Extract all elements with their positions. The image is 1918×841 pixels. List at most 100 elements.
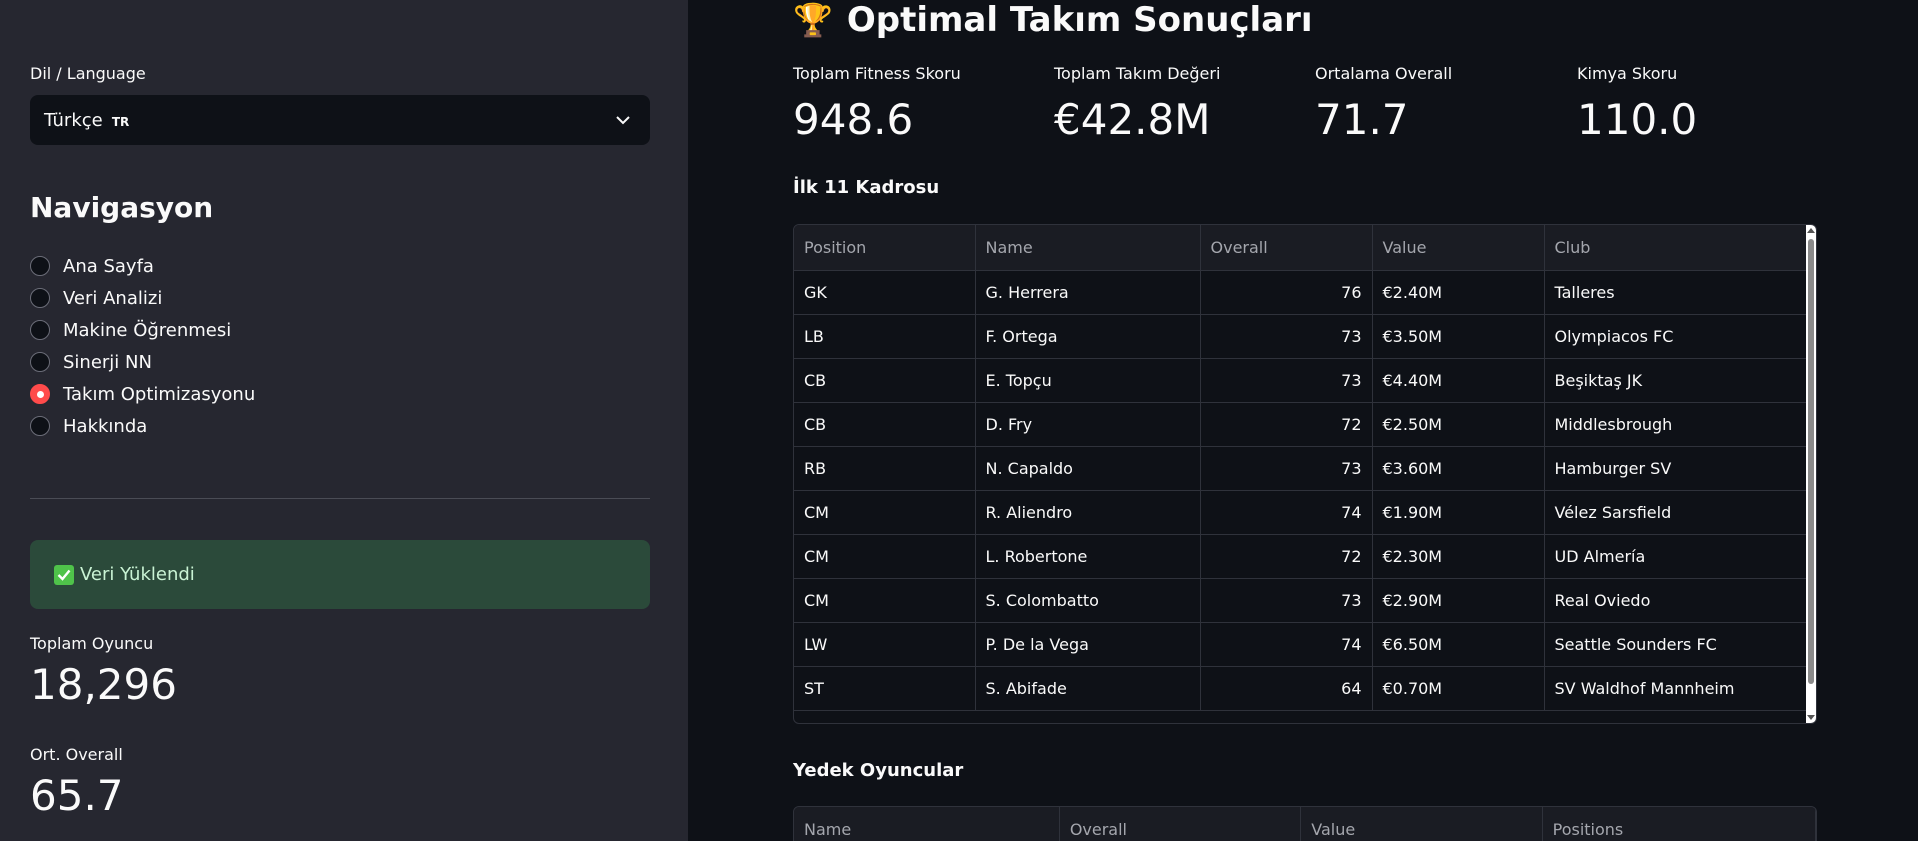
table-cell: CM (794, 578, 976, 623)
column-header[interactable]: Name (975, 225, 1201, 271)
column-header[interactable]: Overall (1059, 807, 1302, 841)
table-row[interactable]: RB N. Capaldo 73 €3.60M Hamburger SV (794, 446, 1809, 491)
metric-fitness: Toplam Fitness Skoru 948.6 (793, 64, 961, 144)
table-scrollbar[interactable] (1806, 225, 1816, 723)
sidebar: Dil / Language Türkçe TR Navigasyon Ana … (0, 0, 688, 841)
table-row[interactable]: CB E. Topçu 73 €4.40M Beşiktaş JK (794, 358, 1809, 403)
table-cell: S. Abifade (975, 666, 1201, 711)
table-cell: €4.40M (1372, 358, 1545, 403)
scroll-down-icon[interactable] (1807, 715, 1815, 720)
table-cell: €0.70M (1372, 666, 1545, 711)
nav-radio-group: Ana Sayfa Veri Analizi Makine Öğrenmesi … (30, 250, 255, 442)
nav-item-veri-analizi[interactable]: Veri Analizi (30, 282, 255, 314)
table-cell: G. Herrera (975, 270, 1201, 315)
nav-item-makine-ogrenmesi[interactable]: Makine Öğrenmesi (30, 314, 255, 346)
table-cell: L. Robertone (975, 534, 1201, 579)
metric-chemistry: Kimya Skoru 110.0 (1577, 64, 1698, 144)
table-cell: 76 (1200, 270, 1373, 315)
column-header[interactable]: Name (794, 807, 1060, 841)
column-header[interactable]: Overall (1200, 225, 1373, 271)
subs-table[interactable]: Name Overall Value Positions (793, 806, 1817, 841)
table-header-row: Name Overall Value Positions (794, 807, 1816, 841)
table-cell: E. Topçu (975, 358, 1201, 403)
table-cell: 72 (1200, 534, 1373, 579)
table-cell: N. Capaldo (975, 446, 1201, 491)
table-cell: Beşiktaş JK (1544, 358, 1809, 403)
table-cell: €3.60M (1372, 446, 1545, 491)
metric-team-value: Toplam Takım Değeri €42.8M (1054, 64, 1221, 144)
table-cell: 73 (1200, 446, 1373, 491)
table-cell: 73 (1200, 314, 1373, 359)
nav-item-sinerji-nn[interactable]: Sinerji NN (30, 346, 255, 378)
starting-eleven-table[interactable]: Position Name Overall Value Club GK G. He… (793, 224, 1817, 724)
table-cell: 73 (1200, 358, 1373, 403)
table-cell: Olympiacos FC (1544, 314, 1809, 359)
radio-icon (30, 288, 50, 308)
table-cell: CM (794, 490, 976, 535)
total-players-label: Toplam Oyuncu (30, 634, 154, 653)
table-cell: SV Waldhof Mannheim (1544, 666, 1809, 711)
radio-icon (30, 320, 50, 340)
scroll-thumb[interactable] (1808, 239, 1814, 684)
table-row[interactable]: CM R. Aliendro 74 €1.90M Vélez Sarsfield (794, 490, 1809, 535)
table-cell: LB (794, 314, 976, 359)
chevron-down-icon (612, 109, 634, 131)
table-cell: ST (794, 666, 976, 711)
avg-overall-value: 65.7 (30, 771, 124, 820)
table-cell: Vélez Sarsfield (1544, 490, 1809, 535)
table-row[interactable]: CM L. Robertone 72 €2.30M UD Almería (794, 534, 1809, 579)
table-cell: Hamburger SV (1544, 446, 1809, 491)
table-cell: €2.40M (1372, 270, 1545, 315)
nav-item-hakkinda[interactable]: Hakkında (30, 410, 255, 442)
table-row[interactable]: CM S. Colombatto 73 €2.90M Real Oviedo (794, 578, 1809, 623)
nav-title: Navigasyon (30, 191, 214, 224)
main-content: 🏆 Optimal Takım Sonuçları Toplam Fitness… (688, 0, 1918, 841)
table-cell: Real Oviedo (1544, 578, 1809, 623)
app-root: Dil / Language Türkçe TR Navigasyon Ana … (0, 0, 1918, 841)
table-cell: S. Colombatto (975, 578, 1201, 623)
table-row[interactable]: ST S. Abifade 64 €0.70M SV Waldhof Mannheim (794, 666, 1809, 711)
table-cell: 64 (1200, 666, 1373, 711)
language-select[interactable]: Türkçe TR (30, 95, 650, 145)
column-header[interactable]: Positions (1542, 807, 1816, 841)
table-cell: P. De la Vega (975, 622, 1201, 667)
radio-icon (30, 352, 50, 372)
flag-tr: TR (111, 114, 130, 129)
table-row[interactable]: GK G. Herrera 76 €2.40M Talleres (794, 270, 1809, 315)
table-cell: D. Fry (975, 402, 1201, 447)
table-cell: CB (794, 402, 976, 447)
table-row[interactable]: CB D. Fry 72 €2.50M Middlesbrough (794, 402, 1809, 447)
table-cell: 74 (1200, 490, 1373, 535)
table-cell: €2.90M (1372, 578, 1545, 623)
total-players-value: 18,296 (30, 660, 177, 709)
table-cell: LW (794, 622, 976, 667)
table-cell: 72 (1200, 402, 1373, 447)
table-cell: 73 (1200, 578, 1373, 623)
sidebar-divider (30, 498, 650, 499)
column-header[interactable]: Value (1372, 225, 1545, 271)
radio-icon (30, 416, 50, 436)
table-cell: R. Aliendro (975, 490, 1201, 535)
nav-item-takim-optimizasyonu[interactable]: Takım Optimizasyonu (30, 378, 255, 410)
trophy-icon: 🏆 (793, 1, 833, 39)
column-header[interactable]: Club (1544, 225, 1809, 271)
column-header[interactable]: Value (1300, 807, 1543, 841)
table-cell: UD Almería (1544, 534, 1809, 579)
radio-icon (30, 256, 50, 276)
column-header[interactable]: Position (794, 225, 976, 271)
table-row[interactable]: LB F. Ortega 73 €3.50M Olympiacos FC (794, 314, 1809, 359)
table-cell: €2.50M (1372, 402, 1545, 447)
table-cell: GK (794, 270, 976, 315)
scroll-up-icon[interactable] (1807, 228, 1815, 233)
radio-selected-icon (30, 384, 50, 404)
table-cell: 74 (1200, 622, 1373, 667)
table-cell: €6.50M (1372, 622, 1545, 667)
avg-overall-label: Ort. Overall (30, 745, 123, 764)
table-row[interactable]: LW P. De la Vega 74 €6.50M Seattle Sounders … (794, 622, 1809, 667)
table-cell: CM (794, 534, 976, 579)
table-cell: F. Ortega (975, 314, 1201, 359)
table-cell: Seattle Sounders FC (1544, 622, 1809, 667)
nav-item-ana-sayfa[interactable]: Ana Sayfa (30, 250, 255, 282)
table-cell: €1.90M (1372, 490, 1545, 535)
starting-eleven-title: İlk 11 Kadrosu (793, 177, 940, 198)
